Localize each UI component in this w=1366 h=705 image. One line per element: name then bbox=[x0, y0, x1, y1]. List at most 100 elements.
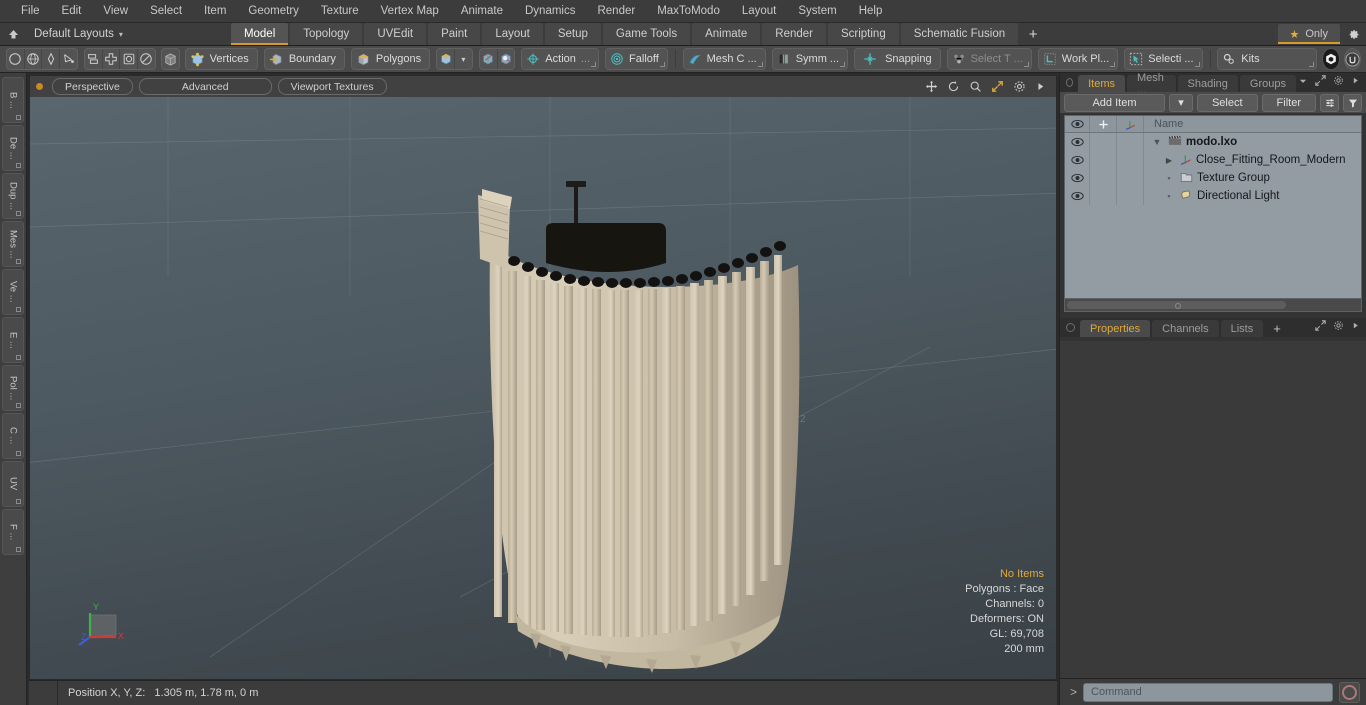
left-tab-edge[interactable]: E ... bbox=[2, 317, 24, 363]
viewport-advanced-button[interactable]: Advanced bbox=[138, 78, 272, 95]
element-cube-icon[interactable] bbox=[437, 49, 455, 69]
left-tab-uv[interactable]: UV bbox=[2, 461, 24, 507]
row-name-cell[interactable]: ▪ Directional Light bbox=[1144, 187, 1361, 205]
filter-button[interactable]: Filter bbox=[1261, 93, 1316, 112]
row-eye-icon[interactable] bbox=[1065, 151, 1090, 169]
properties-content-area[interactable] bbox=[1060, 341, 1366, 678]
menu-item-layout[interactable]: Layout bbox=[731, 0, 788, 22]
panel-menu-dot[interactable] bbox=[1066, 78, 1074, 87]
selection-set-button[interactable]: Selecti ... bbox=[1124, 48, 1203, 70]
layout-tab-uvedit[interactable]: UVEdit bbox=[364, 23, 427, 45]
modo-logo-icon[interactable] bbox=[1322, 48, 1340, 70]
row-lock-cell[interactable] bbox=[1090, 169, 1117, 187]
boundary-mode-button[interactable]: Boundary bbox=[263, 48, 345, 70]
left-tab-duplicate[interactable]: Dup ... bbox=[2, 173, 24, 219]
left-tab-curve[interactable]: C ... bbox=[2, 413, 24, 459]
layout-tab-schematic-fusion[interactable]: Schematic Fusion bbox=[900, 23, 1019, 45]
tree-expander[interactable]: ▼ bbox=[1150, 137, 1164, 147]
add-layout-tab-button[interactable]: + bbox=[1020, 23, 1046, 45]
default-layouts-dropdown[interactable]: Default Layouts ▾ bbox=[26, 23, 131, 45]
layout-tab-animate[interactable]: Animate bbox=[692, 23, 761, 45]
layout-tab-layout[interactable]: Layout bbox=[482, 23, 543, 45]
row-axis-cell[interactable] bbox=[1117, 133, 1144, 151]
left-tab-polygon[interactable]: Pol ... bbox=[2, 365, 24, 411]
row-axis-cell[interactable] bbox=[1117, 151, 1144, 169]
radial-icon[interactable] bbox=[138, 49, 155, 69]
menu-item-dynamics[interactable]: Dynamics bbox=[514, 0, 586, 22]
row-eye-icon[interactable] bbox=[1065, 187, 1090, 205]
row-name-cell[interactable]: ▶ Close_Fitting_Room_Modern bbox=[1144, 151, 1361, 169]
left-tab-deform[interactable]: De ... bbox=[2, 125, 24, 171]
home-up-icon[interactable] bbox=[0, 23, 26, 45]
curve-icon[interactable] bbox=[60, 49, 77, 69]
play-icon[interactable] bbox=[1351, 76, 1360, 88]
menu-item-texture[interactable]: Texture bbox=[310, 0, 370, 22]
left-tab-vertex[interactable]: Ve ... bbox=[2, 269, 24, 315]
tab-items[interactable]: Items bbox=[1078, 75, 1126, 92]
menu-item-geometry[interactable]: Geometry bbox=[237, 0, 310, 22]
unreal-logo-icon[interactable] bbox=[1343, 48, 1361, 70]
funnel-icon[interactable] bbox=[1343, 93, 1362, 112]
table-row[interactable]: ▪ Directional Light bbox=[1065, 187, 1361, 205]
pen-icon[interactable] bbox=[42, 49, 61, 69]
layout-tab-paint[interactable]: Paint bbox=[428, 23, 481, 45]
menu-item-maxtomodo[interactable]: MaxToModo bbox=[646, 0, 731, 22]
tab-properties[interactable]: Properties bbox=[1080, 320, 1151, 337]
viewport-perspective-button[interactable]: Perspective bbox=[52, 78, 133, 95]
menu-item-system[interactable]: System bbox=[787, 0, 847, 22]
item-list-scrollbar[interactable] bbox=[1065, 298, 1361, 311]
work-plane-button[interactable]: Work Pl... bbox=[1037, 48, 1119, 70]
gear-icon[interactable] bbox=[1013, 80, 1026, 93]
action-center-button[interactable]: Action ... bbox=[521, 48, 600, 70]
3d-viewport[interactable]: 2 No Items Polygons: Face Channels: 0 D… bbox=[29, 97, 1057, 680]
curtain-drapery-mesh[interactable] bbox=[450, 147, 850, 680]
rotate-icon[interactable] bbox=[947, 80, 960, 93]
mirror-icon[interactable] bbox=[85, 49, 103, 69]
tab-lists[interactable]: Lists bbox=[1220, 320, 1264, 337]
mesh-constraint-button[interactable]: Mesh C ... bbox=[682, 48, 766, 70]
layout-tab-model[interactable]: Model bbox=[230, 23, 289, 45]
gear-icon[interactable] bbox=[1340, 23, 1366, 45]
vertices-mode-button[interactable]: Vertices bbox=[184, 48, 258, 70]
menu-item-render[interactable]: Render bbox=[586, 0, 646, 22]
align-icon[interactable] bbox=[103, 49, 121, 69]
row-lock-cell[interactable] bbox=[1090, 151, 1117, 169]
table-row[interactable]: ▪ Texture Group bbox=[1065, 169, 1361, 187]
row-lock-cell[interactable] bbox=[1090, 187, 1117, 205]
table-row[interactable]: ▶ Close_Fitting_Room_Modern bbox=[1065, 151, 1361, 169]
fit-icon[interactable] bbox=[991, 80, 1004, 93]
tab-groups[interactable]: Groups bbox=[1239, 75, 1296, 92]
play-icon[interactable] bbox=[1351, 321, 1360, 333]
snapping-button[interactable]: Snapping bbox=[854, 48, 941, 70]
zoom-icon[interactable] bbox=[969, 80, 982, 93]
move-icon[interactable] bbox=[925, 80, 938, 93]
row-axis-cell[interactable] bbox=[1117, 169, 1144, 187]
axis-cube-red-icon[interactable] bbox=[480, 49, 498, 69]
play-icon[interactable] bbox=[1035, 81, 1046, 92]
left-tab-fusion[interactable]: F ... bbox=[2, 509, 24, 555]
layout-tab-topology[interactable]: Topology bbox=[290, 23, 363, 45]
axis-gizmo[interactable]: Y X Z bbox=[76, 597, 132, 649]
kits-button[interactable]: Kits bbox=[1217, 48, 1318, 70]
item-list-scroll-thumb[interactable] bbox=[1067, 301, 1287, 309]
circle-icon[interactable] bbox=[7, 49, 25, 69]
row-eye-icon[interactable] bbox=[1065, 169, 1090, 187]
tab-mesh[interactable]: Mesh ... bbox=[1127, 72, 1176, 96]
layout-tab-render[interactable]: Render bbox=[762, 23, 826, 45]
menu-item-item[interactable]: Item bbox=[193, 0, 237, 22]
layout-tab-scripting[interactable]: Scripting bbox=[827, 23, 899, 45]
tree-expander[interactable]: ▶ bbox=[1162, 156, 1176, 165]
row-name-cell[interactable]: ▪ Texture Group bbox=[1144, 169, 1361, 187]
select-button[interactable]: Select bbox=[1196, 93, 1258, 112]
menu-item-edit[interactable]: Edit bbox=[51, 0, 93, 22]
row-lock-cell[interactable] bbox=[1090, 133, 1117, 151]
falloff-button[interactable]: Falloff bbox=[605, 48, 668, 70]
expand-icon[interactable] bbox=[1315, 320, 1326, 334]
command-input[interactable]: Command bbox=[1083, 682, 1333, 702]
row-axis-cell[interactable] bbox=[1117, 187, 1144, 205]
add-item-button[interactable]: Add Item bbox=[1064, 93, 1165, 112]
gear-icon[interactable] bbox=[1333, 320, 1344, 334]
row-name-cell[interactable]: ▼ modo.lxo bbox=[1144, 133, 1361, 151]
layout-tab-game-tools[interactable]: Game Tools bbox=[602, 23, 691, 45]
menu-item-view[interactable]: View bbox=[92, 0, 139, 22]
